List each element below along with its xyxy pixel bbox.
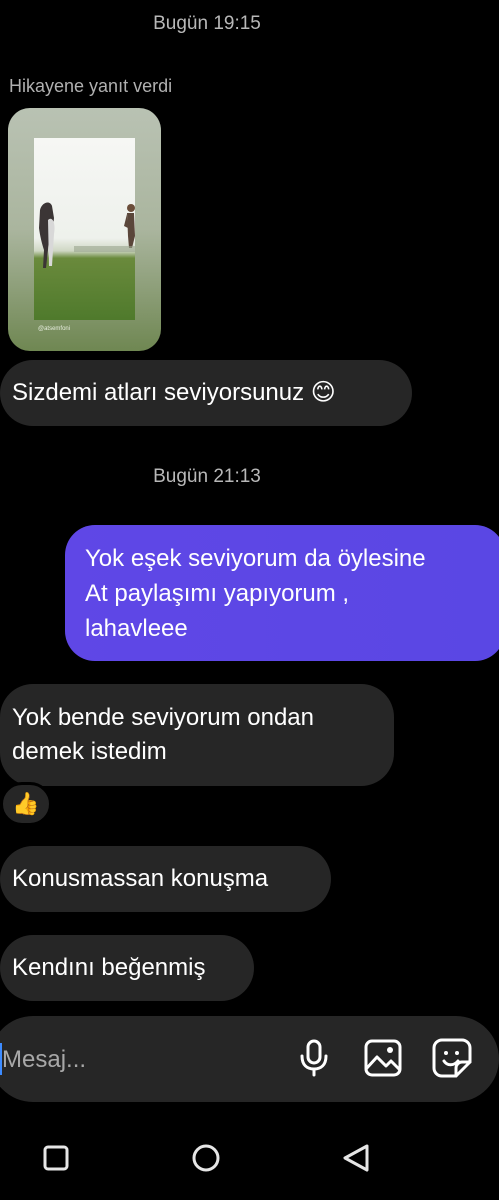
message-text: Konusmassan konuşma — [12, 865, 269, 892]
received-message[interactable]: Kendını beğenmiş — [0, 935, 254, 1001]
back-triangle-icon — [343, 1144, 369, 1172]
story-image — [34, 138, 135, 320]
story-brand-text: @atsemfoni — [38, 326, 71, 332]
thumbs-up-reaction[interactable]: 👍 — [0, 782, 52, 826]
story-reply-label: Hikayene yanıt verdi — [9, 76, 173, 96]
message-text: Kendını beğenmiş — [12, 954, 206, 981]
message-line: Yok eşek seviyorum da öylesine — [85, 545, 426, 572]
sent-message[interactable]: Yok eşek seviyorum da öylesine At paylaş… — [65, 525, 499, 661]
message-line: At paylaşımı yapıyorum , — [85, 580, 350, 607]
message-line: Yok bende seviyorum ondan — [12, 704, 314, 731]
received-message[interactable]: Konusmassan konuşma — [0, 846, 331, 912]
message-line: lahavleee — [85, 615, 188, 642]
story-thumbnail[interactable]: @atsemfoni — [8, 108, 161, 351]
image-icon[interactable] — [361, 1036, 405, 1080]
message-input[interactable] — [2, 1043, 282, 1077]
sticker-icon[interactable] — [430, 1036, 474, 1080]
message-line: demek istedim — [12, 738, 167, 765]
received-message[interactable]: Sizdemi atları seviyorsunuz 😊 — [0, 360, 412, 426]
circle-icon — [192, 1144, 220, 1172]
system-navigation-bar — [0, 1120, 499, 1200]
received-message[interactable]: Yok bende seviyorum ondan demek istedim — [0, 684, 394, 786]
timestamp: Bugün 21:13 — [153, 466, 261, 487]
microphone-icon[interactable] — [292, 1036, 336, 1080]
timestamp: Bugün 19:15 — [153, 13, 261, 34]
message-text: Sizdemi atları seviyorsunuz 😊 — [12, 379, 336, 406]
back-button[interactable] — [338, 1140, 374, 1176]
square-icon — [43, 1145, 69, 1171]
home-button[interactable] — [188, 1140, 224, 1176]
recent-apps-button[interactable] — [38, 1140, 74, 1176]
